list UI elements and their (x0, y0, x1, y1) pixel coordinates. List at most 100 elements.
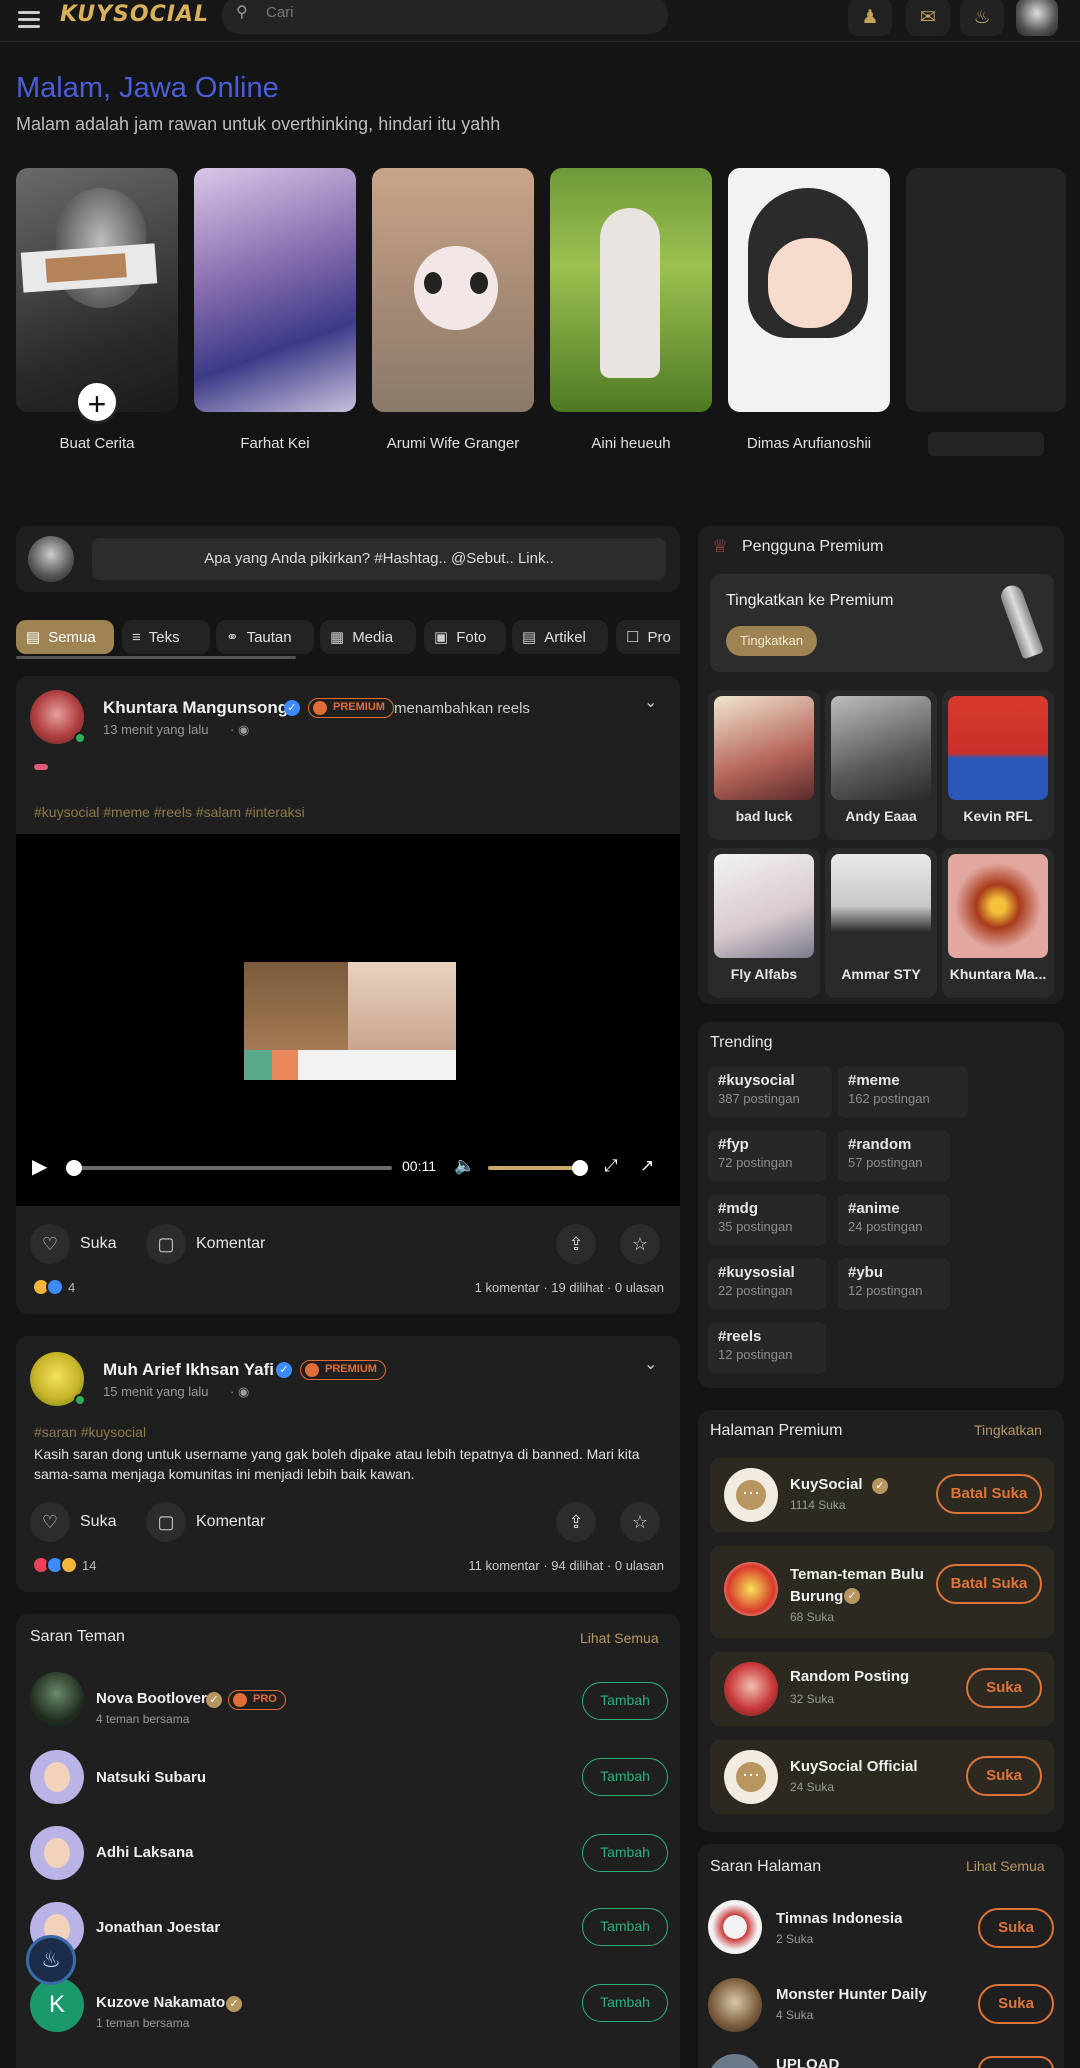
page-name[interactable]: Teman-teman Bulu Burung (790, 1564, 930, 1608)
page-avatar[interactable] (724, 1562, 778, 1616)
premium-user-card[interactable]: Andy Eaaa (825, 690, 937, 840)
trending-tag[interactable]: #fyp 72 postingan (708, 1130, 826, 1182)
premium-user-card[interactable]: Khuntara Ma... (942, 848, 1054, 998)
volume-slider[interactable] (488, 1166, 584, 1170)
friend-name[interactable]: Adhi Laksana (96, 1844, 194, 1861)
post-time[interactable]: 13 menit yang lalu (103, 722, 209, 737)
notification-bell-icon[interactable]: ♨ (26, 1935, 76, 1985)
like-page-button[interactable]: Suka (978, 1908, 1054, 1948)
share-icon[interactable]: ⇪ (556, 1502, 596, 1542)
search-bar[interactable]: ⚲ Cari (222, 0, 668, 34)
tab-semua[interactable]: ▤ Semua (16, 620, 114, 654)
friend-name[interactable]: Jonathan Joestar (96, 1919, 220, 1936)
notification-bell-icon[interactable]: ♨ (960, 0, 1004, 36)
tab-pro[interactable]: ☐ Pro (616, 620, 680, 654)
comment-button[interactable]: ▢ Komentar (146, 1502, 265, 1542)
story-aini[interactable] (550, 168, 712, 412)
video-player[interactable]: ▶ 00:11 🔈 ⤢ ↗ (16, 834, 680, 1206)
story-create[interactable] (16, 168, 178, 412)
add-friend-button[interactable]: Tambah (582, 1758, 668, 1796)
friend-name[interactable]: Natsuki Subaru (96, 1769, 206, 1786)
chevron-down-icon[interactable]: ⌄ (644, 1354, 657, 1374)
premium-page-item[interactable]: ⋯ KuySocial ✓ 1114 Suka Batal Suka (710, 1458, 1054, 1532)
open-external-icon[interactable]: ↗ (640, 1156, 654, 1176)
play-icon[interactable]: ▶ (32, 1154, 47, 1179)
post-time[interactable]: 15 menit yang lalu (103, 1384, 209, 1399)
post-hashtags[interactable]: #kuysocial #meme #reels #salam #interaks… (34, 804, 305, 820)
premium-user-card[interactable]: bad luck (708, 690, 820, 840)
friend-name[interactable]: Kuzove Nakamato (96, 1994, 225, 2011)
page-name[interactable]: Timnas Indonesia (776, 1910, 902, 1927)
story-farhat-kei[interactable] (194, 168, 356, 412)
unlike-page-button[interactable]: Batal Suka (936, 1474, 1042, 1514)
trending-tag[interactable]: #anime 24 postingan (838, 1194, 950, 1246)
unlike-page-button[interactable]: Batal Suka (936, 1564, 1042, 1604)
app-logo[interactable]: KUYSOCIAL (60, 2, 209, 27)
tab-foto[interactable]: ▣ Foto (424, 620, 506, 654)
trending-tag[interactable]: #kuysocial 387 postingan (708, 1066, 832, 1118)
premium-user-card[interactable]: Fly Alfabs (708, 848, 820, 998)
post-stats[interactable]: 1 komentar · 19 dilihat · 0 ulasan (316, 1280, 664, 1295)
add-friend-button[interactable]: Tambah (582, 1834, 668, 1872)
trending-tag[interactable]: #mdg 35 postingan (708, 1194, 826, 1246)
like-button[interactable]: ♡ Suka (30, 1224, 116, 1264)
page-avatar[interactable] (724, 1662, 778, 1716)
friend-name[interactable]: Nova Bootlover (96, 1690, 207, 1707)
fullscreen-icon[interactable]: ⤢ (604, 1156, 618, 1176)
story-dimas[interactable] (728, 168, 890, 412)
see-all-pages-link[interactable]: Lihat Semua (966, 1858, 1045, 1874)
video-progress-handle[interactable] (66, 1160, 82, 1176)
story-arumi[interactable] (372, 168, 534, 412)
tab-scrollbar[interactable] (16, 656, 296, 659)
like-page-button[interactable]: Suka (978, 1984, 1054, 2024)
premium-page-item[interactable]: Random Posting 32 Suka Suka (710, 1652, 1054, 1726)
trending-tag[interactable]: #reels 12 postingan (708, 1322, 826, 1374)
page-name[interactable]: KuySocial (790, 1476, 863, 1493)
premium-page-item[interactable]: Teman-teman Bulu Burung ✓ 68 Suka Batal … (710, 1546, 1054, 1638)
volume-icon[interactable]: 🔈 (454, 1156, 475, 1176)
menu-icon[interactable] (18, 11, 40, 29)
chevron-down-icon[interactable]: ⌄ (644, 692, 657, 712)
tab-media[interactable]: ▦ Media (320, 620, 416, 654)
post-hashtags[interactable]: #saran #kuysocial (34, 1424, 146, 1440)
create-story-plus-icon[interactable]: + (75, 380, 119, 424)
premium-user-card[interactable]: Kevin RFL (942, 690, 1054, 840)
profile-avatar[interactable] (1016, 0, 1058, 36)
page-avatar[interactable] (708, 1900, 762, 1954)
star-icon[interactable]: ☆ (620, 1224, 660, 1264)
friend-avatar[interactable] (30, 1750, 84, 1804)
messages-icon[interactable]: ✉ (906, 0, 950, 36)
page-name[interactable]: Monster Hunter Daily (776, 1986, 927, 2003)
like-button[interactable]: ♡ Suka (30, 1502, 116, 1542)
trending-tag[interactable]: #random 57 postingan (838, 1130, 950, 1182)
video-progress-bar[interactable] (70, 1166, 392, 1170)
trending-tag[interactable]: #kuysosial 22 postingan (708, 1258, 826, 1310)
reaction-summary[interactable]: 4 (32, 1278, 75, 1296)
trending-tag[interactable]: #ybu 12 postingan (838, 1258, 950, 1310)
tab-artikel[interactable]: ▤ Artikel (512, 620, 608, 654)
tab-tautan[interactable]: ⚭ Tautan (216, 620, 314, 654)
page-avatar[interactable] (708, 2054, 762, 2068)
page-name[interactable]: KuySocial Official (790, 1758, 918, 1775)
post-author-name[interactable]: Khuntara Mangunsong (103, 698, 288, 718)
page-name[interactable]: Random Posting (790, 1668, 909, 1685)
volume-handle[interactable] (572, 1160, 588, 1176)
tab-teks[interactable]: ≡ Teks (122, 620, 210, 654)
post-stats[interactable]: 11 komentar · 94 dilihat · 0 ulasan (316, 1558, 664, 1573)
premium-user-card[interactable]: Ammar STY (825, 848, 937, 998)
composer-input[interactable]: Apa yang Anda pikirkan? #Hashtag.. @Sebu… (92, 538, 666, 580)
comment-button[interactable]: ▢ Komentar (146, 1224, 265, 1264)
friends-icon[interactable]: ♟ (848, 0, 892, 36)
upgrade-button[interactable]: Tingkatkan (726, 626, 818, 656)
see-all-friends-link[interactable]: Lihat Semua (580, 1630, 659, 1646)
page-avatar[interactable] (708, 1978, 762, 2032)
add-friend-button[interactable]: Tambah (582, 1984, 668, 2022)
reaction-summary[interactable]: 14 (32, 1556, 96, 1574)
post-author-name[interactable]: Muh Arief Ikhsan Yafi (103, 1360, 274, 1380)
like-page-button[interactable]: Suka (966, 1668, 1042, 1708)
trending-tag[interactable]: #meme 162 postingan (838, 1066, 968, 1118)
star-icon[interactable]: ☆ (620, 1502, 660, 1542)
like-page-button[interactable] (978, 2056, 1054, 2068)
friend-avatar[interactable] (30, 1672, 84, 1726)
friend-avatar[interactable]: K (30, 1978, 84, 2032)
